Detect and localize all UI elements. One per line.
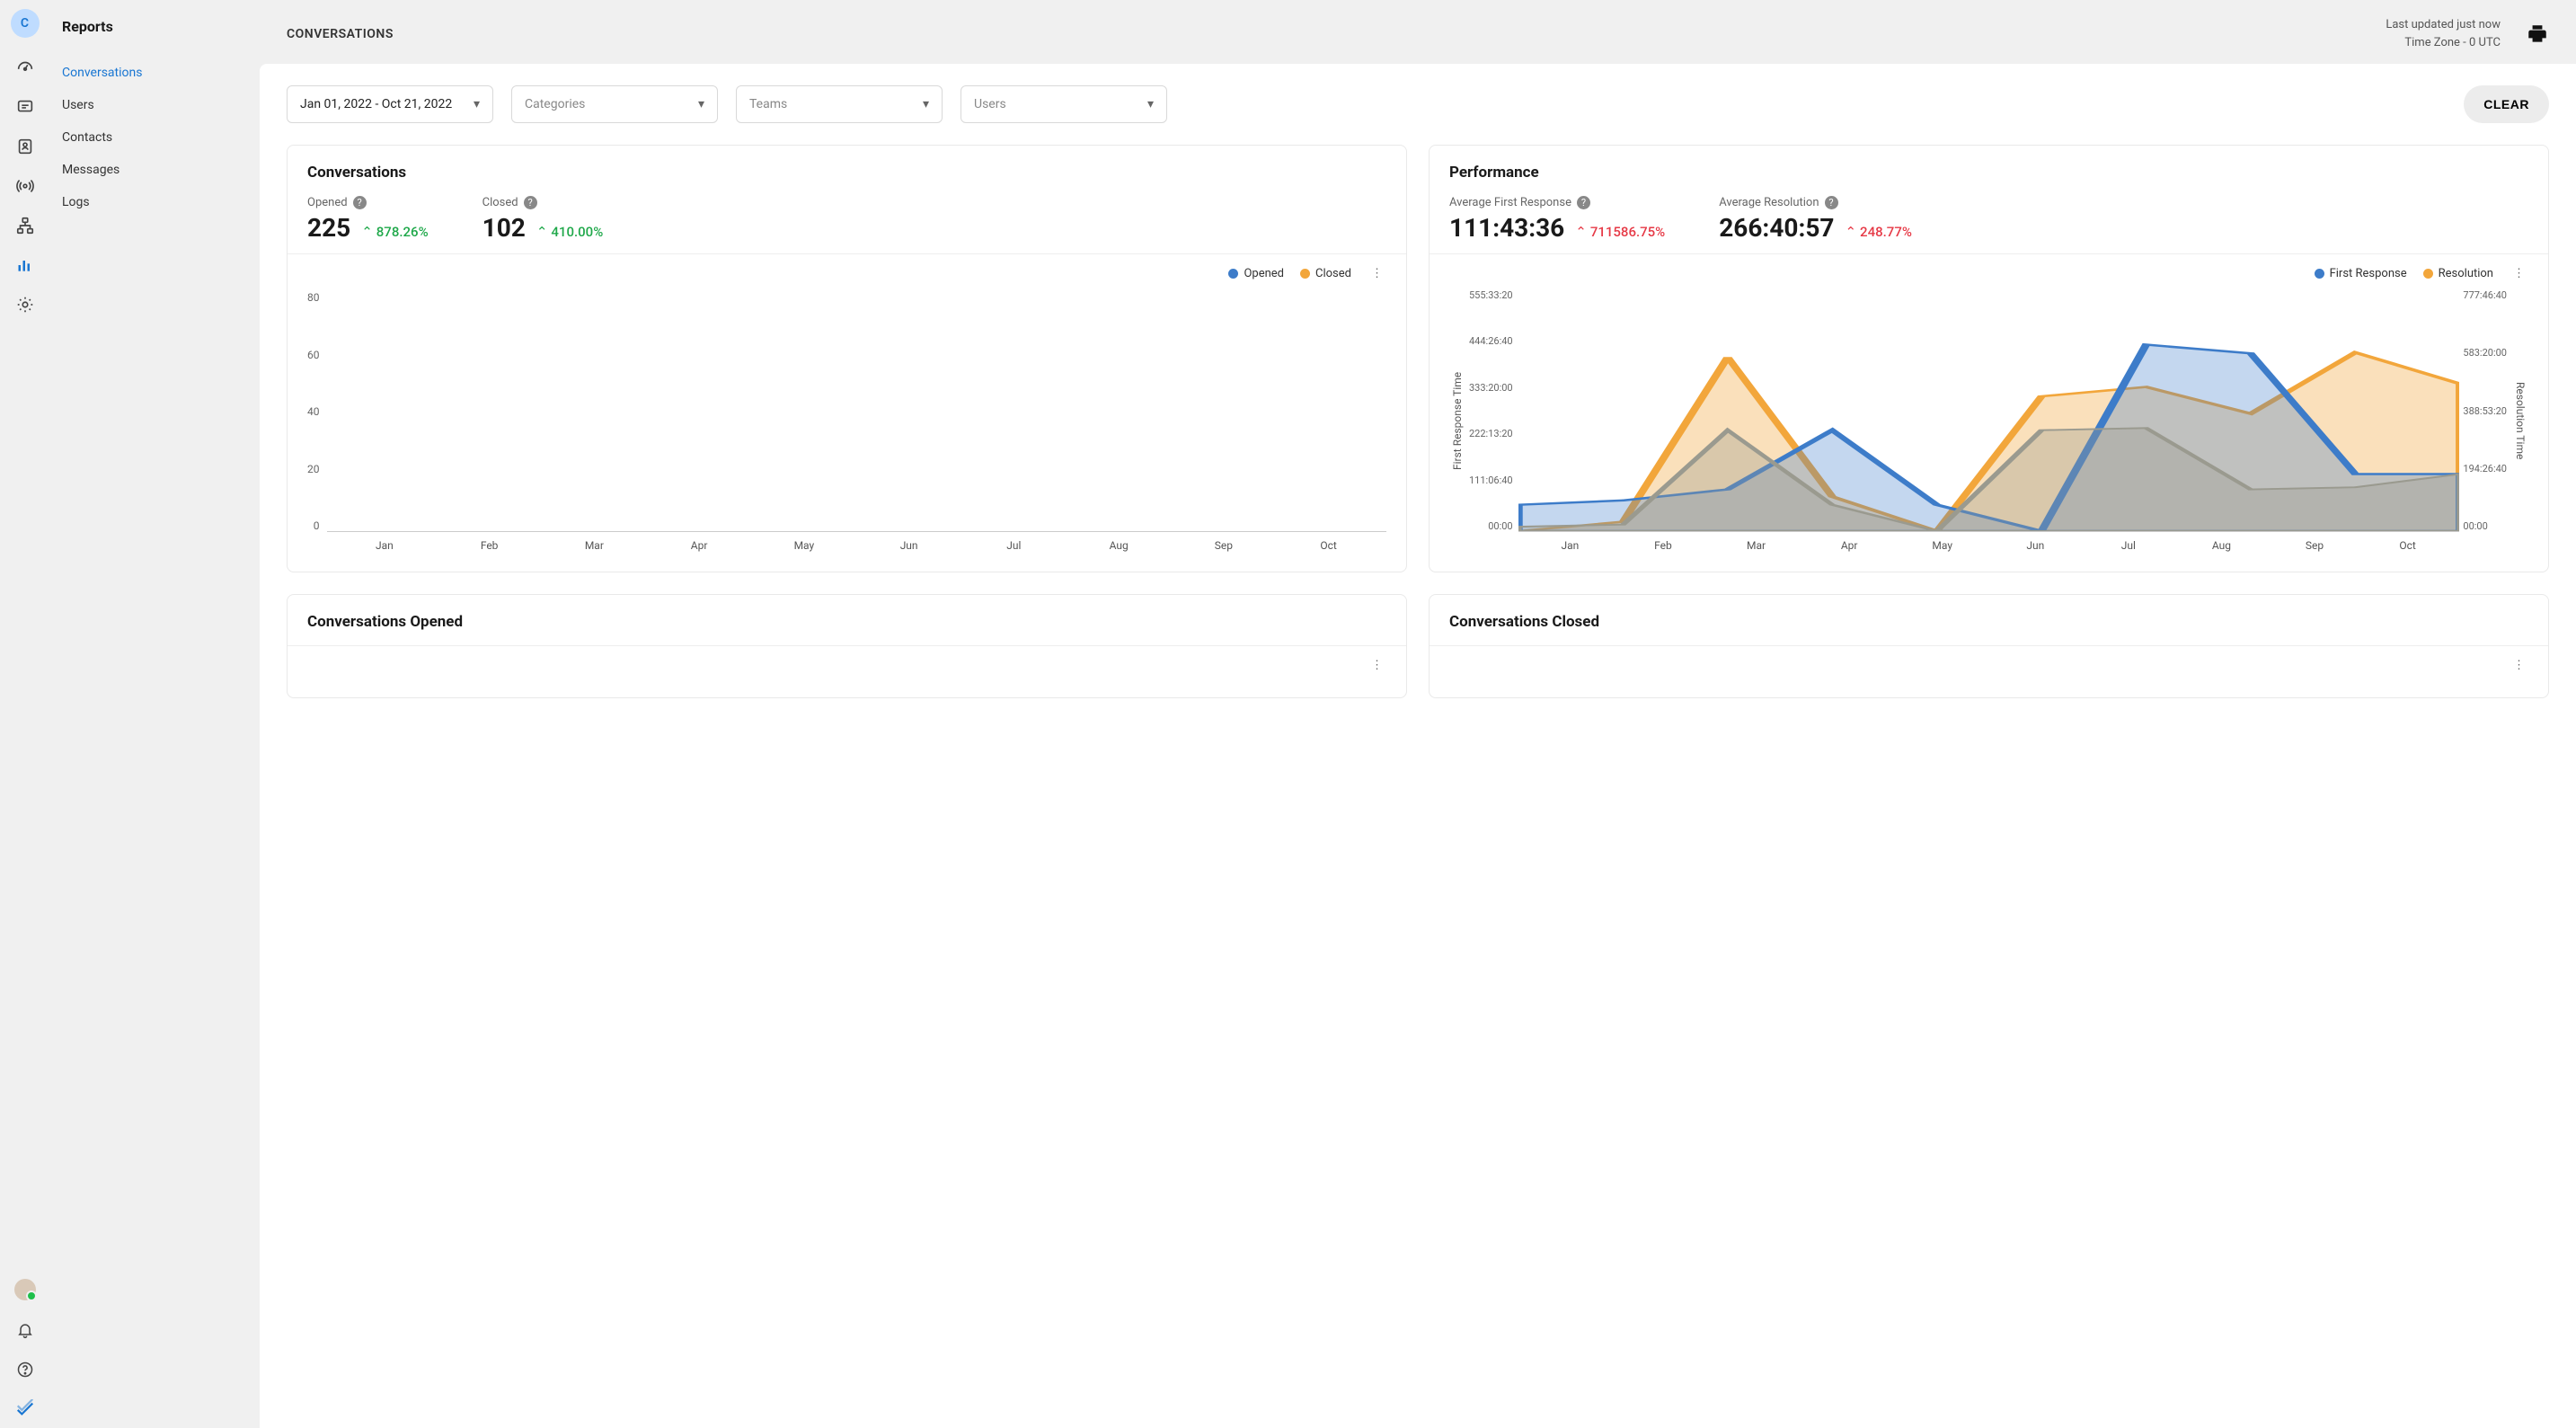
arrow-up-icon: ⌃	[536, 224, 548, 240]
icon-rail: C	[0, 0, 49, 1428]
nav-messages[interactable]: Messages	[62, 154, 243, 186]
arrow-up-icon: ⌃	[1575, 224, 1587, 240]
workflow-icon[interactable]	[15, 216, 35, 235]
clear-button[interactable]: CLEAR	[2464, 85, 2549, 123]
legend-resolution: Resolution	[2439, 267, 2493, 280]
closed-value: 102	[482, 213, 526, 243]
legend-first-response: First Response	[2330, 267, 2407, 280]
help-icon[interactable]: ?	[1577, 196, 1590, 209]
help-icon[interactable]	[15, 1360, 35, 1379]
help-icon[interactable]: ?	[1825, 196, 1838, 209]
nav-users[interactable]: Users	[62, 89, 243, 121]
area-y-left: 555:33:20444:26:40333:20:00222:13:20111:…	[1465, 288, 1518, 554]
dashboard-icon[interactable]	[15, 58, 35, 77]
chevron-down-icon: ▾	[1147, 97, 1154, 111]
chart-menu-icon[interactable]: ⋮	[1368, 267, 1386, 280]
user-avatar[interactable]	[14, 1279, 36, 1300]
topbar: CONVERSATIONS Last updated just now Time…	[260, 0, 2576, 64]
nav-conversations[interactable]: Conversations	[62, 57, 243, 89]
resolution-value: 266:40:57	[1719, 213, 1834, 243]
closed-label: Closed	[482, 196, 518, 209]
legend-opened: Opened	[1244, 267, 1284, 280]
card-title: Conversations Opened	[307, 613, 1386, 631]
categories-placeholder: Categories	[525, 97, 585, 111]
conversations-closed-card: Conversations Closed ⋮	[1429, 594, 2549, 698]
chart-menu-icon[interactable]: ⋮	[1368, 659, 1386, 672]
arrow-up-icon: ⌃	[361, 224, 373, 240]
users-placeholder: Users	[974, 97, 1006, 111]
broadcast-icon[interactable]	[15, 176, 35, 196]
area-chart	[1518, 288, 2460, 532]
performance-card: Performance Average First Response? 111:…	[1429, 145, 2549, 572]
users-select[interactable]: Users ▾	[960, 85, 1167, 123]
first-response-delta: ⌃711586.75%	[1575, 224, 1665, 240]
chart-menu-icon[interactable]: ⋮	[2510, 267, 2528, 280]
bar-y-axis: 806040200	[307, 288, 327, 554]
date-range-select[interactable]: Jan 01, 2022 - Oct 21, 2022 ▾	[287, 85, 493, 123]
area-y-right: 777:46:40583:20:00388:53:20194:26:4000:0…	[2459, 288, 2512, 554]
chevron-down-icon: ▾	[923, 97, 929, 111]
resolution-delta: ⌃248.77%	[1845, 224, 1911, 240]
y-left-label: First Response Time	[1449, 288, 1465, 554]
first-response-label: Average First Response	[1449, 196, 1571, 209]
help-icon[interactable]: ?	[353, 196, 367, 209]
legend-closed: Closed	[1315, 267, 1351, 280]
help-icon[interactable]: ?	[524, 196, 537, 209]
bar-x-axis: JanFebMarAprMayJunJulAugSepOct	[327, 532, 1387, 552]
area-x-axis: JanFebMarAprMayJunJulAugSepOct	[1518, 532, 2460, 552]
categories-select[interactable]: Categories ▾	[511, 85, 718, 123]
first-response-value: 111:43:36	[1449, 213, 1564, 243]
opened-value: 225	[307, 213, 350, 243]
chevron-down-icon: ▾	[698, 97, 704, 111]
brand-check-icon[interactable]	[15, 1399, 35, 1419]
print-icon[interactable]	[2526, 22, 2549, 46]
card-title: Performance	[1449, 164, 2528, 182]
conversations-opened-card: Conversations Opened ⋮	[287, 594, 1407, 698]
nav-logs[interactable]: Logs	[62, 186, 243, 218]
teams-placeholder: Teams	[749, 97, 787, 111]
opened-label: Opened	[307, 196, 348, 209]
teams-select[interactable]: Teams ▾	[736, 85, 943, 123]
timezone: Time Zone - 0 UTC	[2386, 34, 2501, 52]
sub-sidebar: Reports Conversations Users Contacts Mes…	[49, 0, 260, 1428]
arrow-up-icon: ⌃	[1845, 224, 1856, 240]
nav-contacts[interactable]: Contacts	[62, 121, 243, 154]
card-title: Conversations Closed	[1449, 613, 2528, 631]
bar-chart	[327, 288, 1387, 532]
contact-icon[interactable]	[15, 137, 35, 156]
chevron-down-icon: ▾	[474, 97, 480, 111]
y-right-label: Resolution Time	[2512, 288, 2528, 554]
closed-delta: ⌃410.00%	[536, 224, 603, 240]
workspace-avatar[interactable]: C	[11, 9, 40, 38]
page-title: CONVERSATIONS	[287, 27, 394, 41]
conversations-card: Conversations Opened? 225 ⌃878.26% Close…	[287, 145, 1407, 572]
resolution-label: Average Resolution	[1719, 196, 1819, 209]
chart-menu-icon[interactable]: ⋮	[2510, 659, 2528, 672]
card-title: Conversations	[307, 164, 1386, 182]
date-range-value: Jan 01, 2022 - Oct 21, 2022	[300, 97, 452, 111]
bell-icon[interactable]	[15, 1320, 35, 1340]
settings-icon[interactable]	[15, 295, 35, 315]
opened-delta: ⌃878.26%	[361, 224, 428, 240]
last-updated: Last updated just now	[2386, 16, 2501, 34]
section-title: Reports	[62, 18, 243, 35]
reports-icon[interactable]	[15, 255, 35, 275]
chat-icon[interactable]	[15, 97, 35, 117]
